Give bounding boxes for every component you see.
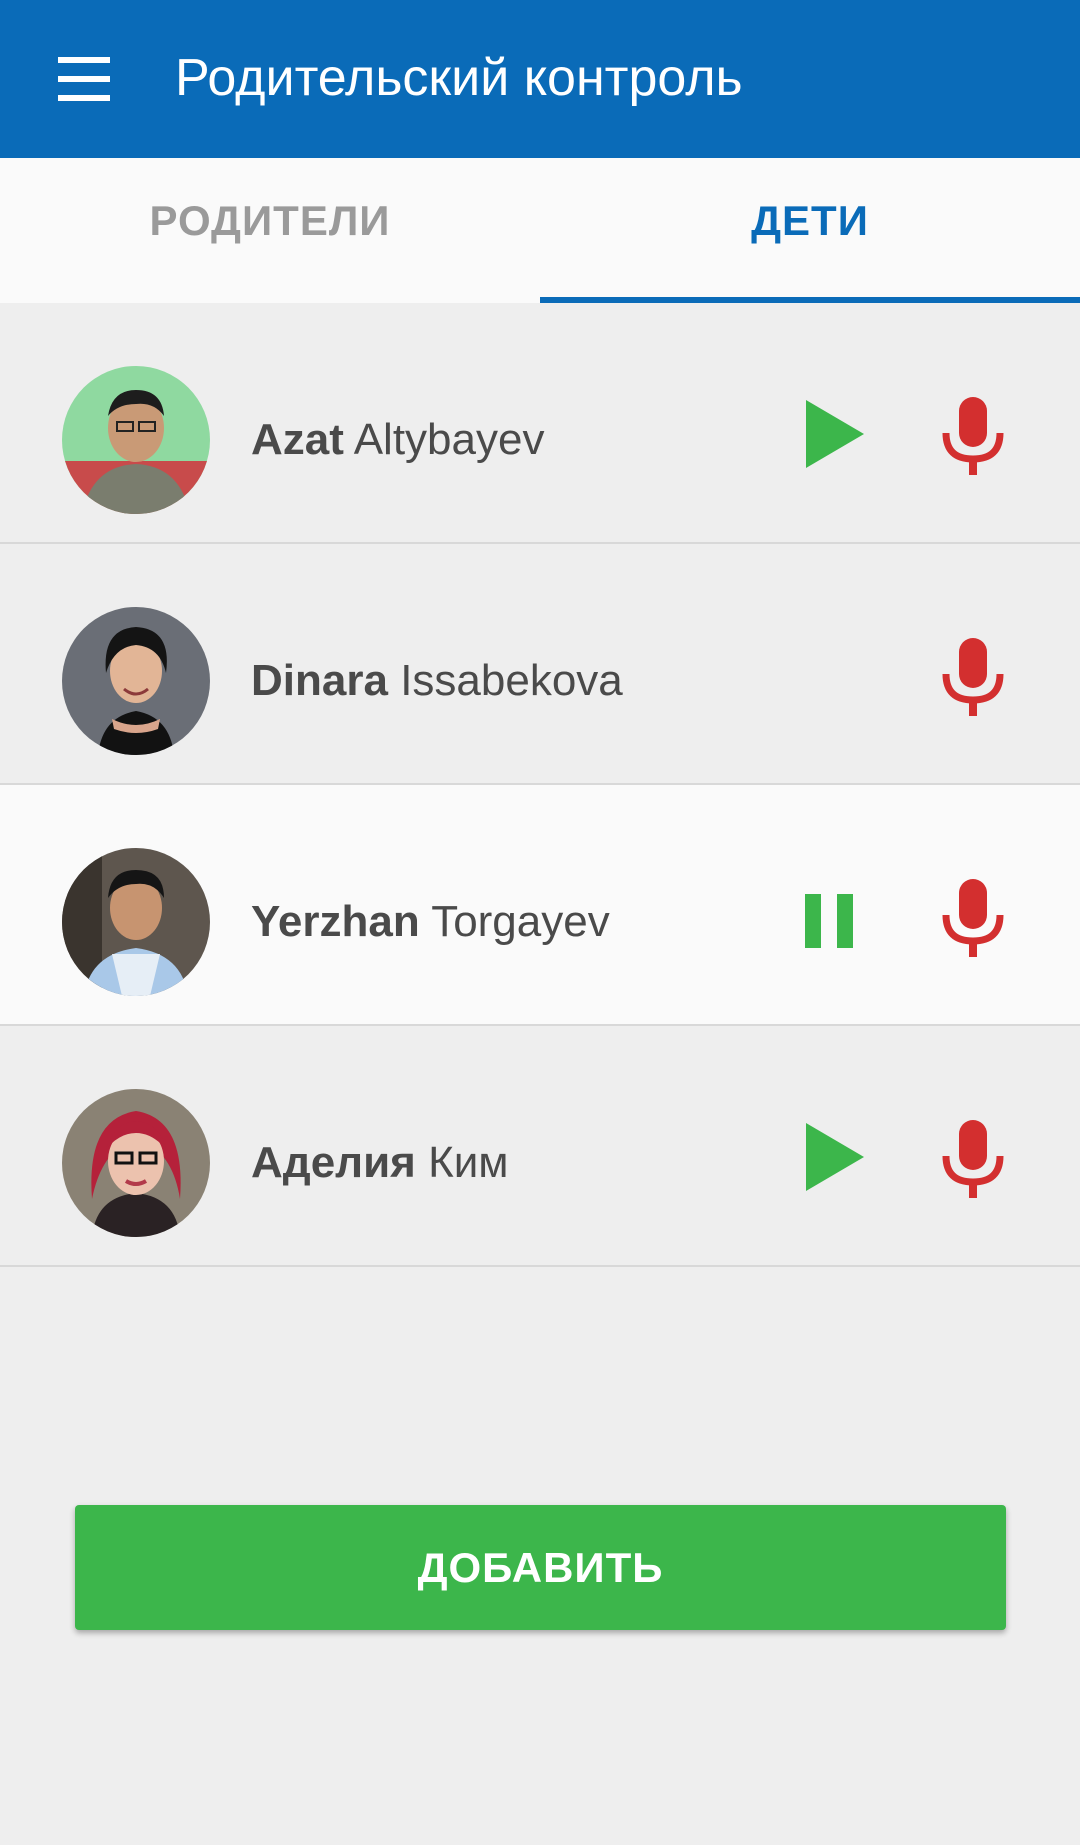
mic-icon[interactable]	[940, 395, 1006, 477]
play-icon[interactable]	[800, 394, 870, 474]
list-item[interactable]: Dinara Issabekova	[0, 544, 1080, 785]
tab-bar: РОДИТЕЛИ ДЕТИ	[0, 158, 1080, 303]
pause-icon[interactable]	[803, 892, 857, 950]
child-last-name: Issabekova	[400, 656, 623, 705]
list-item[interactable]: Azat Altybayev	[0, 303, 1080, 544]
child-name: Аделия Ким	[251, 1136, 509, 1190]
child-first-name: Аделия	[251, 1138, 416, 1187]
list-item[interactable]: Аделия Ким	[0, 1026, 1080, 1267]
child-name: Dinara Issabekova	[251, 654, 623, 708]
avatar	[62, 848, 210, 996]
child-first-name: Azat	[251, 415, 344, 464]
mic-icon[interactable]	[940, 877, 1006, 959]
child-last-name: Altybayev	[353, 415, 545, 464]
mic-icon[interactable]	[940, 636, 1006, 718]
mic-icon[interactable]	[940, 1118, 1006, 1200]
children-list: Azat Altybayev Dinara Issabekova Yerzhan…	[0, 303, 1080, 1267]
avatar	[62, 607, 210, 755]
menu-icon[interactable]	[58, 57, 118, 101]
child-name: Yerzhan Torgayev	[251, 895, 610, 949]
play-icon[interactable]	[800, 1117, 870, 1197]
tab-children[interactable]: ДЕТИ	[540, 158, 1080, 303]
add-button[interactable]: ДОБАВИТЬ	[75, 1505, 1006, 1630]
list-item[interactable]: Yerzhan Torgayev	[0, 785, 1080, 1026]
child-first-name: Dinara	[251, 656, 388, 705]
child-last-name: Torgayev	[431, 897, 610, 946]
avatar	[62, 366, 210, 514]
child-name: Azat Altybayev	[251, 413, 544, 467]
child-last-name: Ким	[428, 1138, 509, 1187]
tab-parents[interactable]: РОДИТЕЛИ	[0, 158, 540, 303]
app-title: Родительский контроль	[175, 49, 743, 107]
avatar	[62, 1089, 210, 1237]
child-first-name: Yerzhan	[251, 897, 420, 946]
app-bar: Родительский контроль	[0, 0, 1080, 158]
